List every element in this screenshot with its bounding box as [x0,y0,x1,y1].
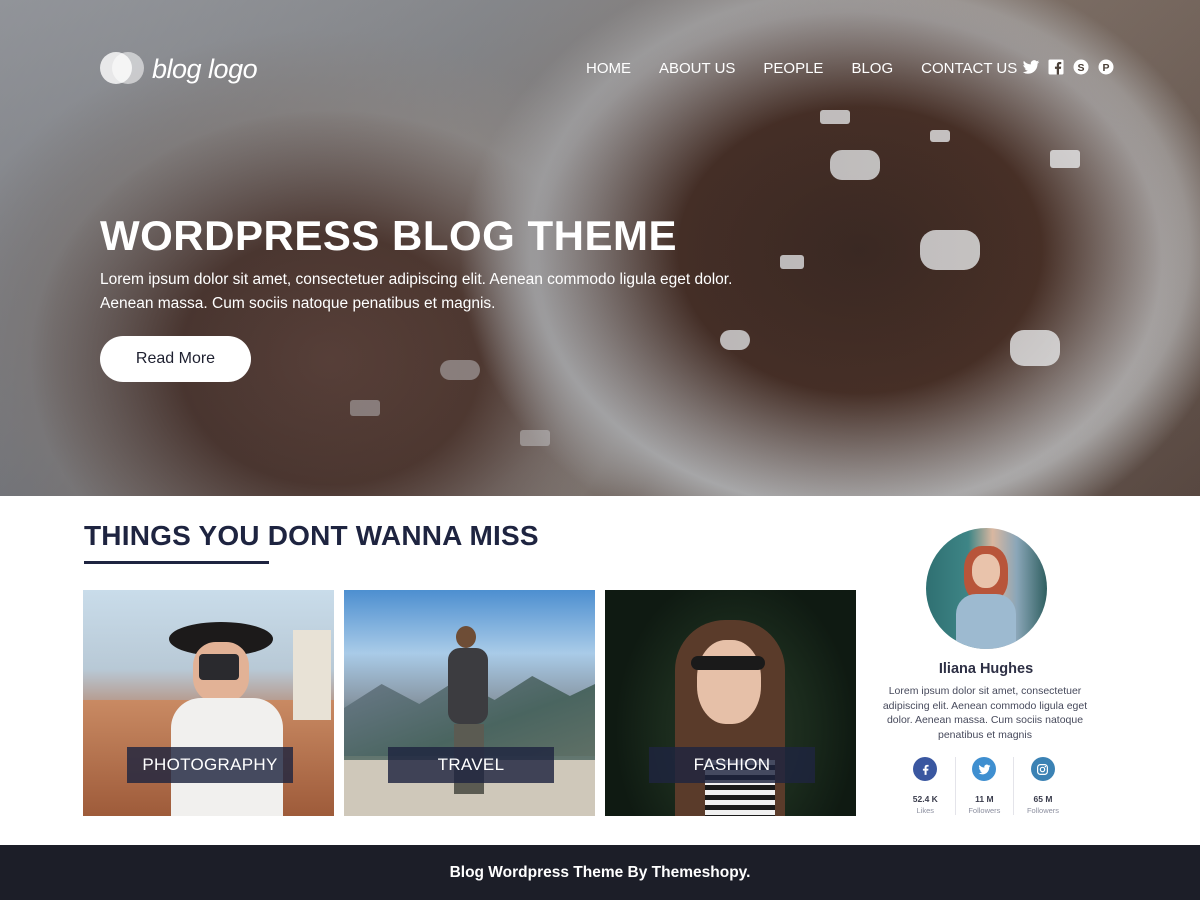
card-label: PHOTOGRAPHY [127,747,293,783]
nav-contact-us[interactable]: CONTACT US [921,60,1017,77]
facebook-icon[interactable] [913,757,938,781]
profile-name: Iliana Hughes [938,661,1034,677]
nav-blog[interactable]: BLOG [851,60,893,77]
stat-label: Likes [916,806,935,815]
stat-count: 11 M [975,794,994,804]
avatar-jacket [956,594,1016,649]
svg-text:P: P [1102,62,1109,74]
card-image-camera [199,654,239,680]
stat-count: 65 M [1033,794,1053,804]
read-more-button[interactable]: Read More [100,336,251,382]
site-footer: Blog Wordpress Theme By Themeshopy. [0,845,1200,900]
category-card-travel[interactable]: TRAVEL [344,590,595,816]
section-underline [84,561,269,564]
card-label: FASHION [649,747,815,783]
category-card-fashion[interactable]: FASHION [605,590,856,816]
nav-about-us[interactable]: ABOUT US [659,60,735,77]
instagram-icon[interactable] [1030,757,1055,781]
stat-count: 52.4 K [912,794,938,804]
avatar-face [972,554,1000,588]
main-nav: HOME ABOUT US PEOPLE BLOG CONTACT US [586,60,1045,77]
logo-text: blog logo [152,53,258,84]
card-image-tower [293,630,331,720]
profile-bio: Lorem ipsum dolor sit amet, consectetuer… [882,685,1088,741]
pinterest-icon[interactable]: P [1097,58,1115,76]
profile-stats: 52.4 K Likes 11 M Followers 65 M Followe… [896,757,1072,815]
card-image-head [456,626,476,648]
hero-description: Lorem ipsum dolor sit amet, consectetuer… [100,271,733,312]
facebook-icon[interactable] [1047,58,1065,76]
skype-icon[interactable]: S [1072,58,1090,76]
card-image-face [697,640,761,724]
avatar[interactable] [926,528,1047,649]
card-label: TRAVEL [388,747,554,783]
stat-label: Followers [968,806,1001,815]
stat-likes: 52.4 K Likes [896,757,955,815]
section-title: THINGS YOU DONT WANNA MISS [84,520,539,551]
twitter-icon[interactable] [1022,58,1040,76]
nav-people[interactable]: PEOPLE [763,60,823,77]
card-image-backpack [448,648,488,724]
logo-mark-icon [100,52,144,86]
stat-twitter-followers: 11 M Followers [954,757,1014,815]
social-links: S P [1022,58,1122,76]
card-image-sunglasses [691,656,765,670]
hero-banner: blog logo HOME ABOUT US PEOPLE BLOG CONT… [0,0,1200,496]
hero-title: WORDPRESS BLOG THEME [100,212,678,259]
category-card-photography[interactable]: PHOTOGRAPHY [83,590,334,816]
footer-credit: Blog Wordpress Theme By Themeshopy. [449,863,751,881]
stat-instagram-followers: 65 M Followers [1013,757,1072,815]
nav-home[interactable]: HOME [586,60,631,77]
stat-label: Followers [1026,806,1060,815]
twitter-icon[interactable] [972,757,997,781]
site-logo[interactable]: blog logo [100,52,258,86]
svg-text:S: S [1077,62,1084,74]
